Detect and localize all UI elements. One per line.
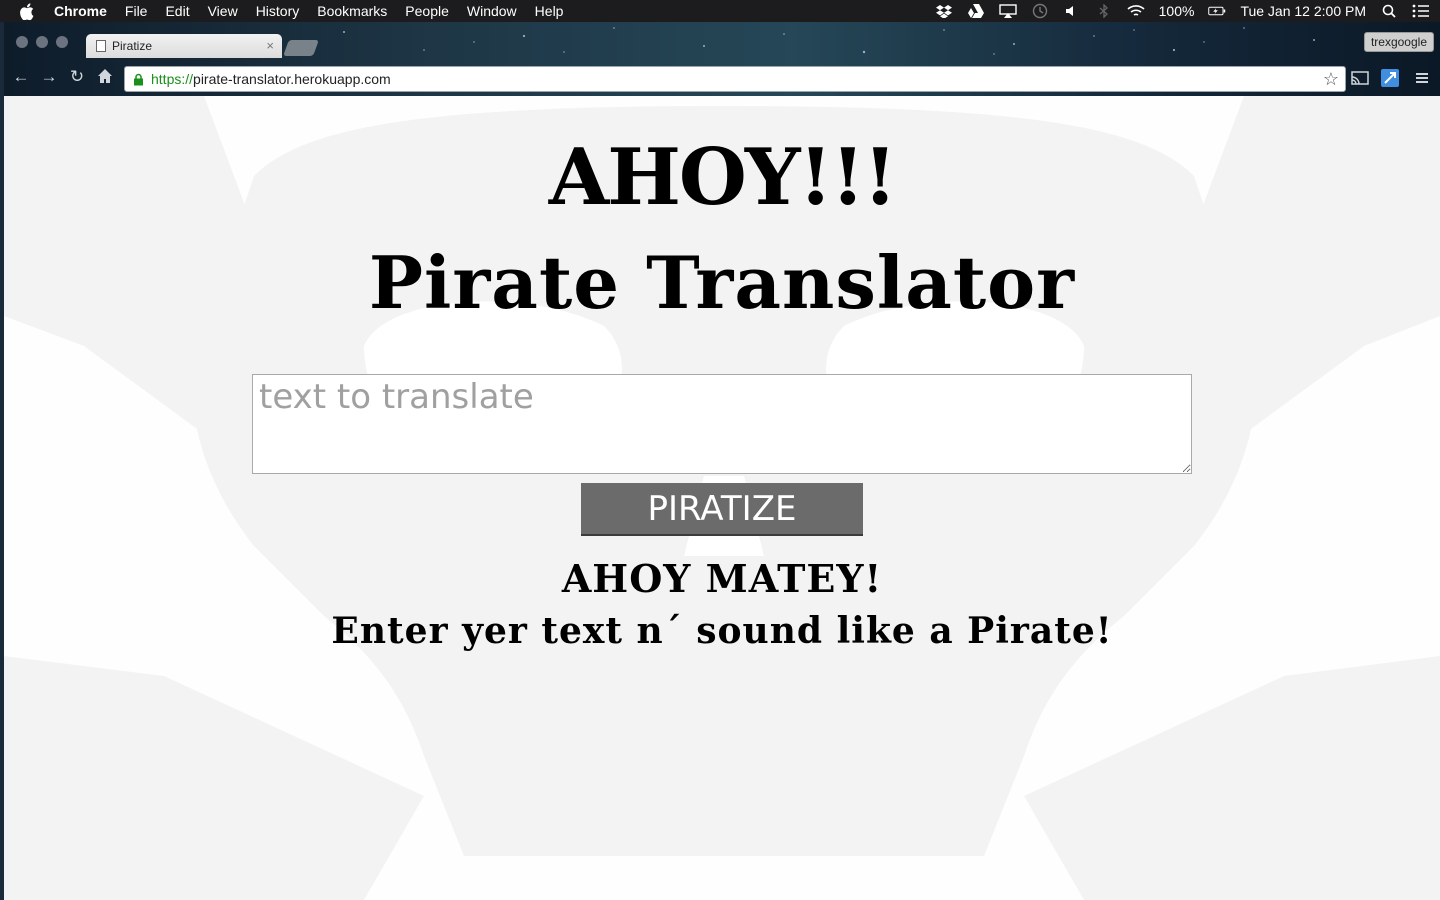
bookmark-star-icon[interactable]: ☆ (1323, 69, 1339, 90)
dropbox-icon[interactable] (935, 4, 953, 18)
zoom-window-button[interactable] (56, 36, 68, 48)
clock[interactable]: Tue Jan 12 2:00 PM (1240, 3, 1366, 19)
battery-percent: 100% (1158, 3, 1195, 19)
translation-output-line2: Enter yer text n´ sound like a Pirate! (331, 610, 1113, 652)
status-area: 100% Tue Jan 12 2:00 PM (935, 0, 1430, 22)
tab-title: Piratize (112, 39, 153, 53)
page-favicon-icon (96, 40, 106, 52)
menu-app-chrome[interactable]: Chrome (54, 3, 107, 19)
spotlight-search-icon[interactable] (1380, 4, 1398, 18)
time-machine-icon[interactable] (1031, 3, 1049, 19)
wifi-icon[interactable] (1127, 4, 1145, 18)
page-heading: AHOY!!! (548, 132, 898, 223)
menu-help[interactable]: Help (535, 3, 564, 19)
page-subheading: Pirate Translator (368, 240, 1076, 325)
profile-button[interactable]: trexgoogle (1363, 32, 1434, 52)
new-tab-button[interactable] (283, 40, 319, 56)
translate-text-input[interactable] (252, 374, 1192, 474)
reload-icon[interactable]: ↻ (68, 68, 86, 86)
menu-bookmarks[interactable]: Bookmarks (317, 3, 387, 19)
menu-edit[interactable]: Edit (165, 3, 189, 19)
extension-icon[interactable] (1380, 69, 1400, 87)
secure-lock-icon[interactable] (133, 72, 145, 86)
home-icon[interactable] (96, 68, 114, 86)
tab-piratize[interactable]: Piratize × (86, 34, 282, 58)
cast-icon[interactable] (1350, 69, 1370, 87)
battery-icon[interactable] (1208, 4, 1226, 18)
translation-output-line1: AHOY MATEY! (561, 556, 883, 601)
volume-icon[interactable] (1063, 4, 1081, 18)
piratize-button[interactable]: PIRATIZE (581, 483, 863, 536)
address-bar[interactable]: https:// pirate-translator.herokuapp.com… (124, 66, 1346, 92)
chrome-menu-icon[interactable] (1412, 69, 1432, 87)
menu-window[interactable]: Window (467, 3, 517, 19)
menu-people[interactable]: People (405, 3, 449, 19)
bluetooth-icon[interactable] (1095, 4, 1113, 18)
apple-icon[interactable] (20, 2, 36, 20)
close-window-button[interactable] (16, 36, 28, 48)
forward-arrow-icon[interactable]: → (40, 68, 58, 86)
notification-center-icon[interactable] (1412, 4, 1430, 18)
google-drive-icon[interactable] (967, 4, 985, 18)
window-controls (16, 36, 68, 48)
menu-bar: Chrome File Edit View History Bookmarks … (0, 0, 1440, 22)
menu-file[interactable]: File (125, 3, 148, 19)
back-arrow-icon[interactable]: ← (12, 68, 30, 86)
browser-chrome: Piratize × trexgoogle ← → ↻ https:// pir… (4, 22, 1440, 96)
menu-view[interactable]: View (208, 3, 238, 19)
minimize-window-button[interactable] (36, 36, 48, 48)
menu-history[interactable]: History (256, 3, 300, 19)
page-viewport: AHOY!!! Pirate Translator PIRATIZE AHOY … (4, 96, 1440, 900)
airplay-icon[interactable] (998, 4, 1017, 18)
url-host: pirate-translator.herokuapp.com (193, 71, 391, 87)
close-tab-icon[interactable]: × (266, 38, 274, 53)
browser-toolbar: ← → ↻ https:// pirate-translator.herokua… (4, 60, 1440, 94)
url-scheme: https:// (151, 71, 194, 87)
